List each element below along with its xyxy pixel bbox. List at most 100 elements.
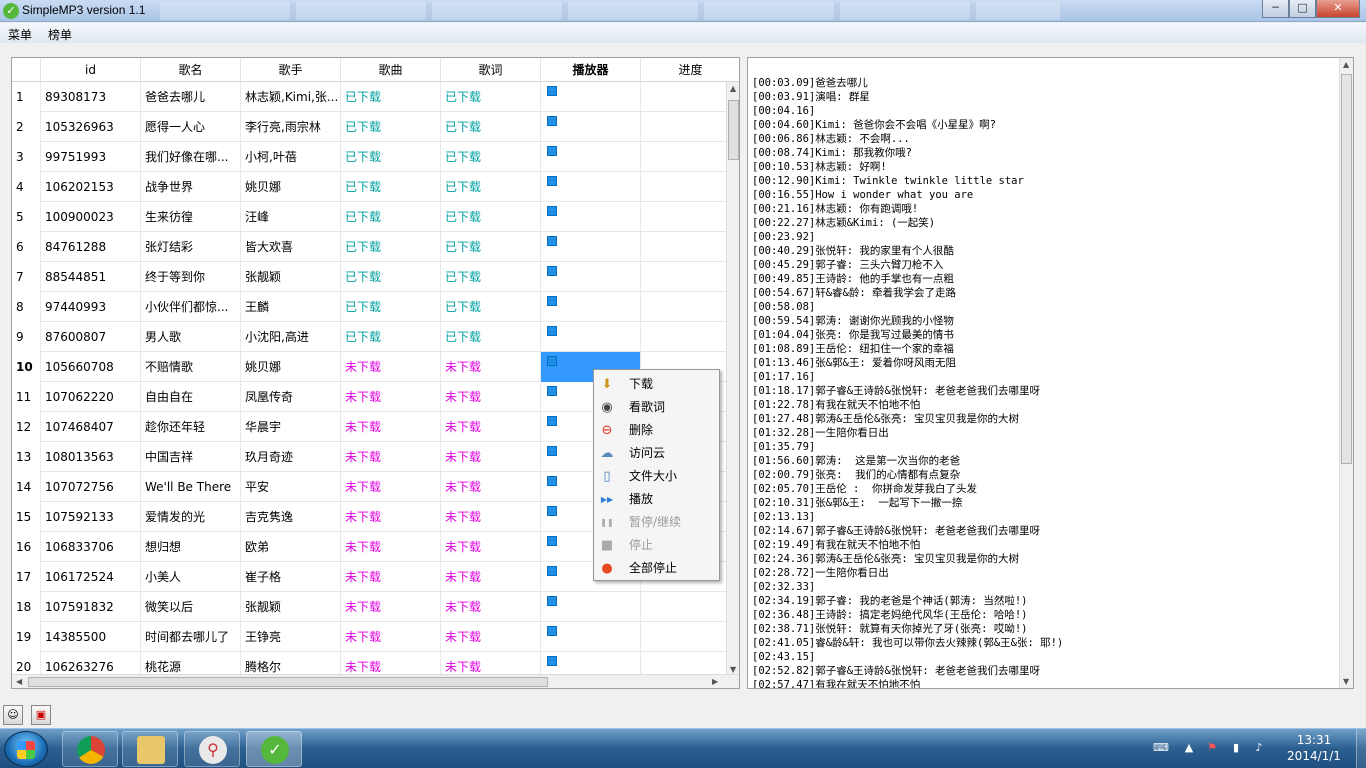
song-name: 战争世界 (141, 172, 241, 202)
table-row[interactable]: 5 100900023 生来彷徨 汪峰 已下载 已下载 (12, 202, 728, 232)
player-cell[interactable] (541, 142, 641, 172)
show-desktop-button[interactable] (1356, 729, 1366, 768)
player-icon[interactable] (547, 535, 557, 546)
music-status: 未下载 (341, 562, 441, 592)
player-icon[interactable] (547, 565, 557, 576)
table-row[interactable]: 9 87600807 男人歌 小沈阳,高进 已下载 已下载 (12, 322, 728, 352)
gift-icon[interactable]: ▣ (31, 705, 51, 725)
context-menu-label: 停止 (629, 538, 654, 552)
header-progress[interactable]: 进度 (641, 58, 739, 82)
header-music[interactable]: 歌曲 (341, 58, 441, 82)
close-button[interactable]: ✕ (1316, 0, 1360, 18)
player-icon[interactable] (547, 205, 557, 216)
volume-icon[interactable]: ♪ (1252, 741, 1266, 755)
player-cell[interactable] (541, 322, 641, 352)
keyboard-icon[interactable]: ⌨ (1153, 741, 1169, 755)
player-cell[interactable] (541, 592, 641, 622)
context-menu-item[interactable]: ◉ 看歌词 (594, 396, 719, 419)
tray-expand-icon[interactable]: ▲ (1182, 741, 1196, 755)
player-icon[interactable] (547, 595, 557, 606)
taskbar-chrome[interactable] (62, 731, 118, 767)
table-horizontal-scrollbar[interactable]: ◀ ▶ (12, 674, 739, 688)
header-lyric[interactable]: 歌词 (441, 58, 541, 82)
header-song[interactable]: 歌名 (141, 58, 241, 82)
lyrics-scroll-thumb[interactable] (1341, 74, 1352, 464)
song-id: 106172524 (41, 562, 141, 592)
scroll-left-arrow[interactable]: ◀ (16, 677, 22, 686)
player-cell[interactable] (541, 292, 641, 322)
player-icon[interactable] (547, 265, 557, 276)
music-status: 已下载 (341, 322, 441, 352)
header-artist[interactable]: 歌手 (241, 58, 341, 82)
player-icon[interactable] (547, 235, 557, 246)
context-menu-item[interactable]: ☁ 访问云 (594, 442, 719, 465)
context-menu-item[interactable]: ⬇ 下载 (594, 373, 719, 396)
player-icon[interactable] (547, 355, 557, 366)
player-cell[interactable] (541, 262, 641, 292)
context-menu-label: 看歌词 (629, 400, 666, 414)
table-row[interactable]: 7 88544851 终于等到你 张靓颖 已下载 已下载 (12, 262, 728, 292)
table-vertical-scroll-thumb[interactable] (728, 100, 739, 160)
table-row[interactable]: 8 97440993 小伙伴们都惊... 王麟 已下载 已下载 (12, 292, 728, 322)
context-menu-item[interactable]: ⊖ 删除 (594, 419, 719, 442)
player-cell[interactable] (541, 82, 641, 112)
player-icon[interactable] (547, 115, 557, 126)
row-number: 9 (12, 322, 41, 352)
scroll-right-arrow[interactable]: ▶ (712, 677, 718, 686)
table-row[interactable]: 1 89308173 爸爸去哪儿 林志颖,Kimi,张... 已下载 已下载 (12, 82, 728, 112)
taskbar-explorer[interactable] (122, 731, 178, 767)
scroll-down-arrow[interactable]: ▼ (730, 665, 736, 674)
player-cell[interactable] (541, 112, 641, 142)
header-id[interactable]: id (41, 58, 141, 82)
table-row[interactable]: 6 84761288 张灯结彩 皆大欢喜 已下载 已下载 (12, 232, 728, 262)
lyric-line: [00:04.60]Kimi: 爸爸你会不会唱《小星星》啊? (752, 119, 996, 131)
song-artist: 华晨宇 (241, 412, 341, 442)
table-row[interactable]: 2 105326963 愿得一人心 李行亮,雨宗林 已下载 已下载 (12, 112, 728, 142)
player-icon[interactable] (547, 475, 557, 486)
lyrics-scrollbar[interactable]: ▲ ▼ (1339, 58, 1353, 688)
player-icon[interactable] (547, 625, 557, 636)
player-icon[interactable] (547, 145, 557, 156)
scroll-up-arrow[interactable]: ▲ (730, 84, 736, 93)
player-icon[interactable] (547, 295, 557, 306)
song-id: 105660708 (41, 352, 141, 382)
table-row[interactable]: 19 14385500 时间都去哪儿了 王铮亮 未下载 未下载 (12, 622, 728, 652)
taskbar-search-tool[interactable]: ⚲ (184, 731, 240, 767)
table-vertical-scrollbar[interactable]: ▲ ▼ (726, 82, 739, 676)
player-icon[interactable] (547, 385, 557, 396)
player-cell[interactable] (541, 232, 641, 262)
table-row[interactable]: 18 107591832 微笑以后 张靓颖 未下载 未下载 (12, 592, 728, 622)
player-cell[interactable] (541, 622, 641, 652)
network-icon[interactable]: ▮ (1229, 741, 1243, 755)
player-icon[interactable] (547, 175, 557, 186)
player-icon[interactable] (547, 655, 557, 666)
player-icon[interactable] (547, 325, 557, 336)
context-menu-item[interactable]: ▯ 文件大小 (594, 465, 719, 488)
taskbar-simplemp3[interactable]: ✓ (246, 731, 302, 767)
lyric-line: [00:12.90]Kimi: Twinkle twinkle little s… (752, 175, 1024, 187)
start-button[interactable] (4, 731, 48, 767)
minimize-button[interactable]: ─ (1262, 0, 1289, 18)
song-id: 87600807 (41, 322, 141, 352)
context-menu-item[interactable]: ● 全部停止 (594, 557, 719, 580)
taskbar: ⚲ ✓ ⌨ ▲ ⚑ ▮ ♪ 13:31 2014/1/1 (0, 728, 1366, 768)
player-icon[interactable] (547, 85, 557, 96)
player-icon[interactable] (547, 505, 557, 516)
user-icon[interactable]: ☺ (3, 705, 23, 725)
lyrics-scroll-down-arrow[interactable]: ▼ (1343, 677, 1349, 686)
menu-item-main[interactable]: 菜单 (8, 26, 32, 43)
lyrics-scroll-up-arrow[interactable]: ▲ (1343, 60, 1349, 69)
context-menu-item[interactable]: ▶▶ 播放 (594, 488, 719, 511)
player-cell[interactable] (541, 172, 641, 202)
action-center-icon[interactable]: ⚑ (1205, 741, 1219, 755)
table-row[interactable]: 3 99751993 我们好像在哪... 小柯,叶蓓 已下载 已下载 (12, 142, 728, 172)
player-icon[interactable] (547, 445, 557, 456)
player-icon[interactable] (547, 415, 557, 426)
maximize-button[interactable]: □ (1289, 0, 1316, 18)
table-row[interactable]: 4 106202153 战争世界 姚贝娜 已下载 已下载 (12, 172, 728, 202)
table-horizontal-scroll-thumb[interactable] (28, 677, 548, 687)
clock[interactable]: 13:31 2014/1/1 (1276, 732, 1352, 764)
header-player[interactable]: 播放器 (541, 58, 641, 82)
player-cell[interactable] (541, 202, 641, 232)
menu-item-charts[interactable]: 榜单 (48, 26, 72, 43)
